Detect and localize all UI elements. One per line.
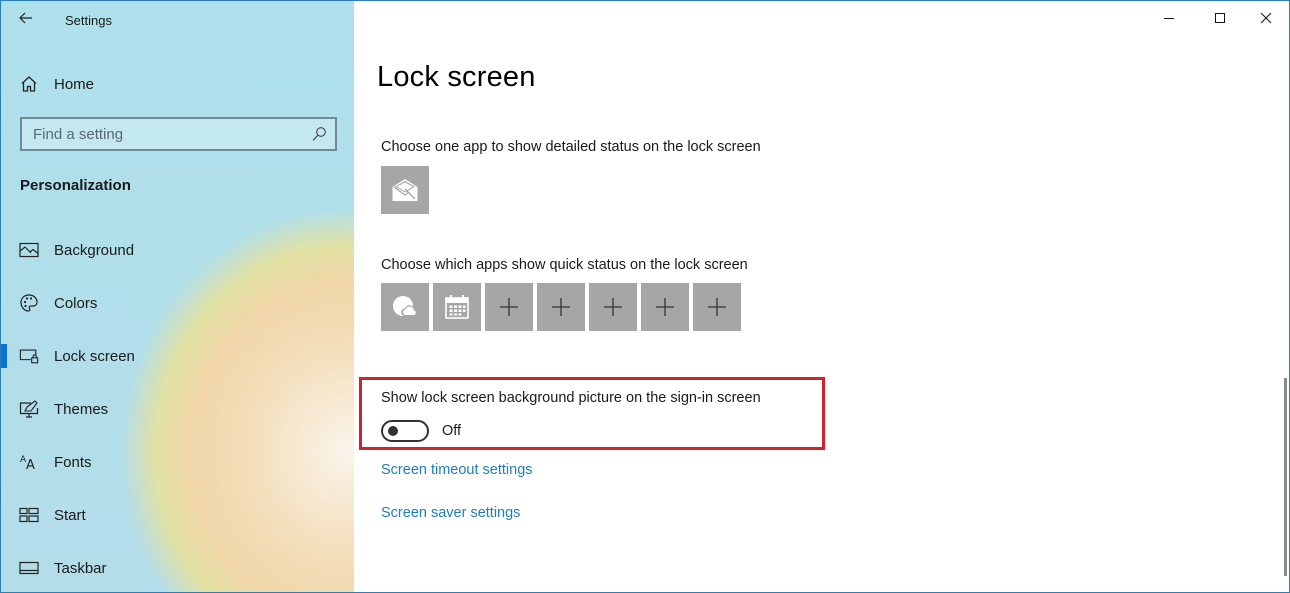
mail-icon (392, 179, 418, 201)
sidebar-item-label: Lock screen (54, 347, 135, 365)
settings-window: Settings Home Personalization (0, 0, 1290, 593)
detailed-status-label: Choose one app to show detailed status o… (381, 139, 761, 155)
app-title: Settings (65, 13, 112, 28)
home-icon (19, 74, 39, 94)
back-button[interactable] (15, 7, 37, 29)
quick-status-label: Choose which apps show quick status on t… (381, 257, 748, 273)
svg-text:A: A (26, 458, 35, 471)
close-icon (1260, 12, 1272, 24)
screen-timeout-settings-link[interactable]: Screen timeout settings (381, 462, 533, 478)
sidebar-item-label: Start (54, 506, 86, 524)
add-icon (604, 298, 622, 316)
screen-saver-settings-link[interactable]: Screen saver settings (381, 505, 520, 521)
sidebar-item-colors[interactable]: Colors (1, 283, 354, 323)
sidebar-item-background[interactable]: Background (1, 230, 354, 270)
fonts-icon: A A (19, 452, 39, 472)
signin-background-label: Show lock screen background picture on t… (381, 390, 761, 406)
sidebar-item-fonts[interactable]: A A Fonts (1, 442, 354, 482)
sidebar-item-label: Fonts (54, 453, 92, 471)
add-icon (500, 298, 518, 316)
themes-icon (19, 399, 39, 419)
back-arrow-icon (19, 12, 32, 24)
weather-icon (393, 296, 418, 316)
search-input[interactable] (33, 125, 313, 143)
add-icon (656, 298, 674, 316)
taskbar-icon (19, 558, 39, 578)
add-icon (708, 298, 726, 316)
sidebar-item-start[interactable]: Start (1, 495, 354, 535)
sidebar-item-home[interactable]: Home (1, 67, 354, 101)
maximize-icon (1215, 13, 1225, 23)
highlight-annotation-box (359, 377, 825, 450)
quick-status-add-button[interactable] (485, 283, 533, 331)
sidebar: Settings Home Personalization (1, 1, 354, 592)
sidebar-item-label: Home (54, 75, 95, 93)
detailed-status-app-button[interactable] (381, 166, 429, 214)
section-title: Personalization (20, 177, 131, 194)
quick-status-app-calendar[interactable] (433, 283, 481, 331)
toggle-state-text: Off (442, 423, 462, 439)
quick-status-add-button[interactable] (693, 283, 741, 331)
vertical-scrollbar[interactable] (1284, 378, 1287, 576)
lock-screen-icon (19, 346, 39, 366)
search-icon[interactable] (311, 126, 327, 142)
palette-icon (19, 293, 39, 313)
sidebar-item-label: Themes (54, 400, 109, 418)
sidebar-item-label: Colors (54, 294, 98, 312)
search-box[interactable] (20, 117, 337, 151)
page-title: Lock screen (377, 61, 536, 93)
sidebar-item-lock-screen[interactable]: Lock screen (1, 336, 354, 376)
close-button[interactable] (1243, 1, 1289, 35)
signin-background-toggle[interactable] (381, 420, 429, 442)
sidebar-item-themes[interactable]: Themes (1, 389, 354, 429)
sidebar-item-label: Taskbar (54, 559, 107, 577)
sidebar-item-label: Background (54, 241, 135, 259)
quick-status-app-weather[interactable] (381, 283, 429, 331)
sidebar-item-taskbar[interactable]: Taskbar (1, 548, 354, 588)
quick-status-add-button[interactable] (537, 283, 585, 331)
maximize-button[interactable] (1197, 1, 1243, 35)
start-icon (19, 505, 39, 525)
picture-icon (19, 240, 39, 260)
add-icon (552, 298, 570, 316)
calendar-icon (445, 295, 469, 319)
minimize-icon (1164, 18, 1174, 19)
quick-status-add-button[interactable] (589, 283, 637, 331)
toggle-knob (388, 426, 398, 436)
quick-status-add-button[interactable] (641, 283, 689, 331)
minimize-button[interactable] (1146, 1, 1192, 35)
